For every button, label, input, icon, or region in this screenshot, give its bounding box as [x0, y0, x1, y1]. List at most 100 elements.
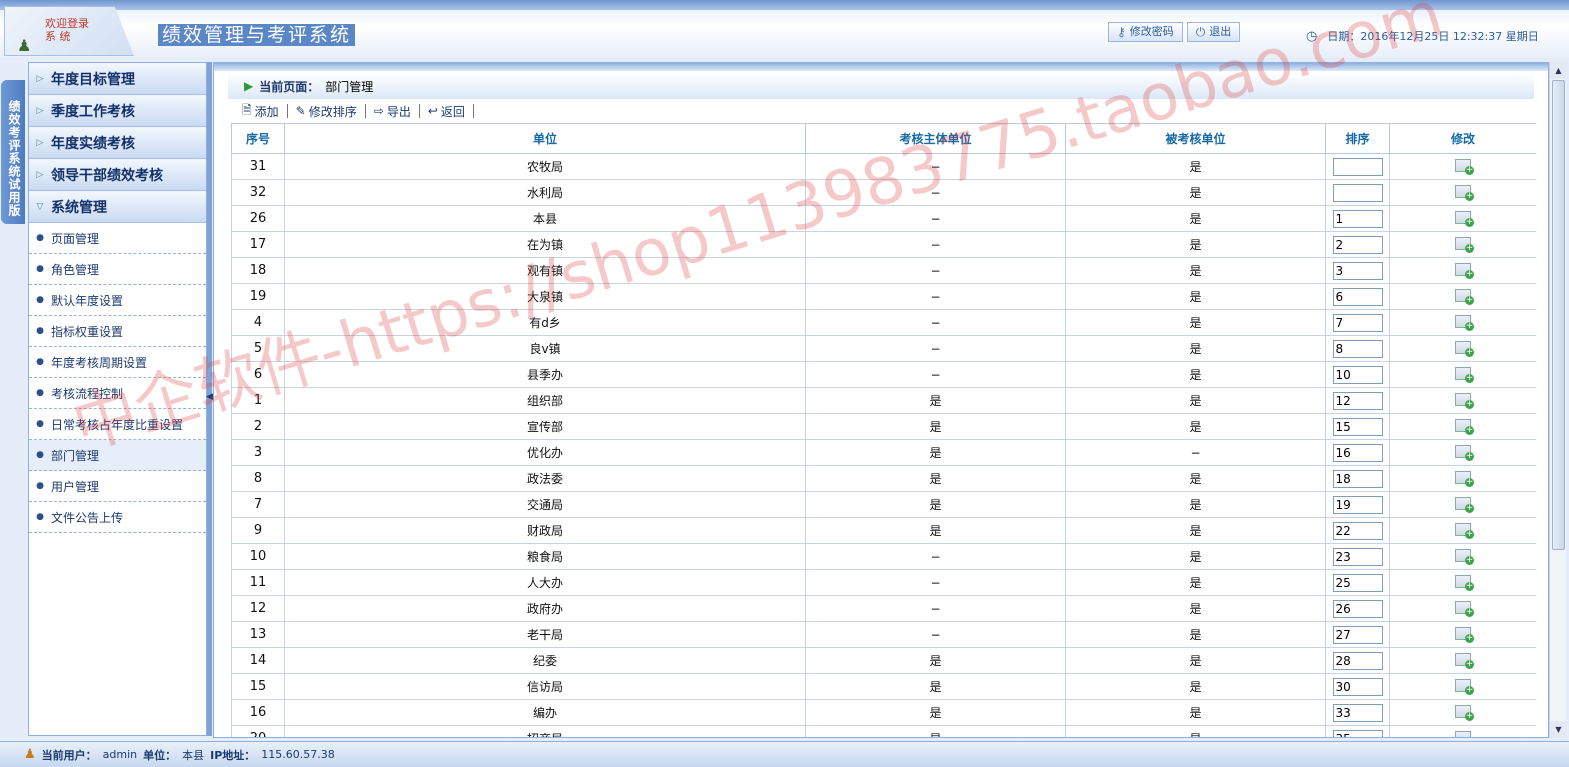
edit-icon[interactable]	[1455, 522, 1474, 539]
cell-unit: 政法委	[284, 465, 806, 492]
sort-input[interactable]	[1332, 417, 1383, 436]
welcome-text: 欢迎登录系 统	[45, 17, 89, 43]
sort-input[interactable]	[1332, 677, 1383, 696]
sidebar-item-assessment-period[interactable]: ● 年度考核周期设置	[29, 347, 206, 378]
vertical-scrollbar[interactable]: ▲ ▼	[1549, 62, 1567, 738]
date-display: ◷ 日期：2016年12月25日 12:32:37 星期日	[1306, 28, 1539, 44]
edit-icon[interactable]	[1455, 444, 1474, 461]
sort-input[interactable]	[1332, 183, 1383, 202]
export-button[interactable]: ⇨ 导出	[366, 103, 419, 120]
edit-icon[interactable]	[1455, 262, 1474, 279]
change-password-button[interactable]: ⚷ 修改密码	[1108, 22, 1183, 42]
table-row: 7 交通局是是	[231, 491, 1536, 518]
edit-icon[interactable]	[1455, 418, 1474, 435]
scroll-thumb[interactable]	[1552, 80, 1565, 550]
menu-annual-goals[interactable]: ▷ 年度目标管理	[29, 63, 206, 95]
edit-icon[interactable]	[1455, 574, 1474, 591]
sort-input[interactable]	[1332, 573, 1383, 592]
sidebar-item-role-management[interactable]: ● 角色管理	[29, 254, 206, 285]
sort-input[interactable]	[1332, 391, 1383, 410]
edit-icon[interactable]	[1455, 496, 1474, 513]
menu-quarterly-assessment[interactable]: ▷ 季度工作考核	[29, 95, 206, 127]
edit-icon[interactable]	[1455, 652, 1474, 669]
cell-main-unit: 是	[805, 699, 1066, 726]
sort-input[interactable]	[1332, 599, 1383, 618]
column-header-assessed-unit[interactable]: 被考核单位	[1065, 123, 1326, 154]
edit-icon[interactable]	[1455, 210, 1474, 227]
cell-assessed-unit: 是	[1065, 257, 1326, 284]
sort-input[interactable]	[1332, 469, 1383, 488]
sidebar-item-workflow-control[interactable]: ● 考核流程控制	[29, 378, 206, 409]
bullet-icon: ●	[36, 326, 44, 336]
sidebar-item-file-upload[interactable]: ● 文件公告上传	[29, 502, 206, 533]
menu-annual-performance[interactable]: ▷ 年度实绩考核	[29, 127, 206, 159]
edit-icon[interactable]	[1455, 392, 1474, 409]
logo-area: ♟ 欢迎登录系 统	[4, 6, 134, 56]
table-row: 20招商局是是	[231, 725, 1536, 737]
cell-assessed-unit: 是	[1065, 673, 1326, 700]
table-header-row: 序号 单位 考核主体单位 被考核单位 排序 修改	[231, 123, 1536, 154]
sidebar-item-department-management[interactable]: ● 部门管理	[29, 440, 206, 471]
menu-system-management[interactable]: ▽ 系统管理	[29, 191, 206, 223]
edit-icon[interactable]	[1455, 236, 1474, 253]
modify-sort-button[interactable]: ✎ 修改排序	[288, 103, 365, 120]
scroll-down-icon[interactable]: ▼	[1550, 721, 1567, 738]
sort-input[interactable]	[1332, 547, 1383, 566]
main-content: ▶ 当前页面： 部门管理 🗎 添加 ✎ 修改排序 ⇨ 导出 ↩ 返回 序号 单位 考核主…	[213, 62, 1549, 738]
cell-edit	[1389, 361, 1536, 388]
system-version-tab[interactable]: 绩效考评系统试用版	[1, 80, 25, 224]
cell-id: 2	[231, 413, 285, 440]
sort-input[interactable]	[1332, 443, 1383, 462]
edit-icon[interactable]	[1455, 548, 1474, 565]
column-header-unit[interactable]: 单位	[284, 123, 806, 154]
edit-icon[interactable]	[1455, 158, 1474, 175]
add-button[interactable]: 🗎 添加	[234, 101, 287, 122]
column-header-main-unit[interactable]: 考核主体单位	[805, 123, 1066, 154]
sidebar-item-default-year[interactable]: ● 默认年度设置	[29, 285, 206, 316]
cell-sort	[1325, 231, 1390, 258]
edit-icon[interactable]	[1455, 314, 1474, 331]
sort-input[interactable]	[1332, 651, 1383, 670]
edit-icon[interactable]	[1455, 600, 1474, 617]
cell-assessed-unit: 是	[1065, 491, 1326, 518]
bullet-icon: ●	[36, 357, 44, 367]
sort-input[interactable]	[1332, 625, 1383, 644]
cell-edit	[1389, 153, 1536, 180]
edit-icon[interactable]	[1455, 626, 1474, 643]
sort-input[interactable]	[1332, 729, 1383, 737]
edit-icon[interactable]	[1455, 730, 1471, 737]
collapse-arrow-icon[interactable]: ◀	[206, 392, 213, 402]
sort-input[interactable]	[1332, 235, 1383, 254]
scroll-up-icon[interactable]: ▲	[1550, 62, 1567, 79]
sidebar-item-daily-ratio[interactable]: ● 日常考核占年度比重设置	[29, 409, 206, 440]
sort-input[interactable]	[1332, 365, 1383, 384]
sort-input[interactable]	[1332, 157, 1383, 176]
edit-icon[interactable]	[1455, 288, 1474, 305]
edit-icon[interactable]	[1455, 366, 1474, 383]
sidebar-item-page-management[interactable]: ● 页面管理	[29, 223, 206, 254]
back-button[interactable]: ↩ 返回	[420, 103, 473, 120]
sort-input[interactable]	[1332, 209, 1383, 228]
sort-input[interactable]	[1332, 313, 1383, 332]
breadcrumb-label: 当前页面：	[259, 79, 320, 94]
column-header-sort[interactable]: 排序	[1325, 123, 1390, 154]
cell-unit: 本县	[284, 205, 806, 232]
menu-cadre-performance[interactable]: ▷ 领导干部绩效考核	[29, 159, 206, 191]
edit-icon[interactable]	[1455, 704, 1474, 721]
sort-input[interactable]	[1332, 339, 1383, 358]
cell-id: 10	[231, 543, 285, 570]
sort-input[interactable]	[1332, 703, 1383, 722]
sidebar-item-indicator-weight[interactable]: ● 指标权重设置	[29, 316, 206, 347]
sort-input[interactable]	[1332, 495, 1383, 514]
sort-input[interactable]	[1332, 287, 1383, 306]
edit-icon[interactable]	[1455, 340, 1474, 357]
sort-input[interactable]	[1332, 521, 1383, 540]
edit-icon[interactable]	[1455, 184, 1474, 201]
edit-icon[interactable]	[1455, 678, 1474, 695]
logout-button[interactable]: ⏻ 退出	[1186, 22, 1241, 42]
sidebar-item-user-management[interactable]: ● 用户管理	[29, 471, 206, 502]
power-icon: ⏻	[1195, 25, 1206, 39]
sort-input[interactable]	[1332, 261, 1383, 280]
column-header-id[interactable]: 序号	[231, 123, 285, 154]
edit-icon[interactable]	[1455, 470, 1474, 487]
